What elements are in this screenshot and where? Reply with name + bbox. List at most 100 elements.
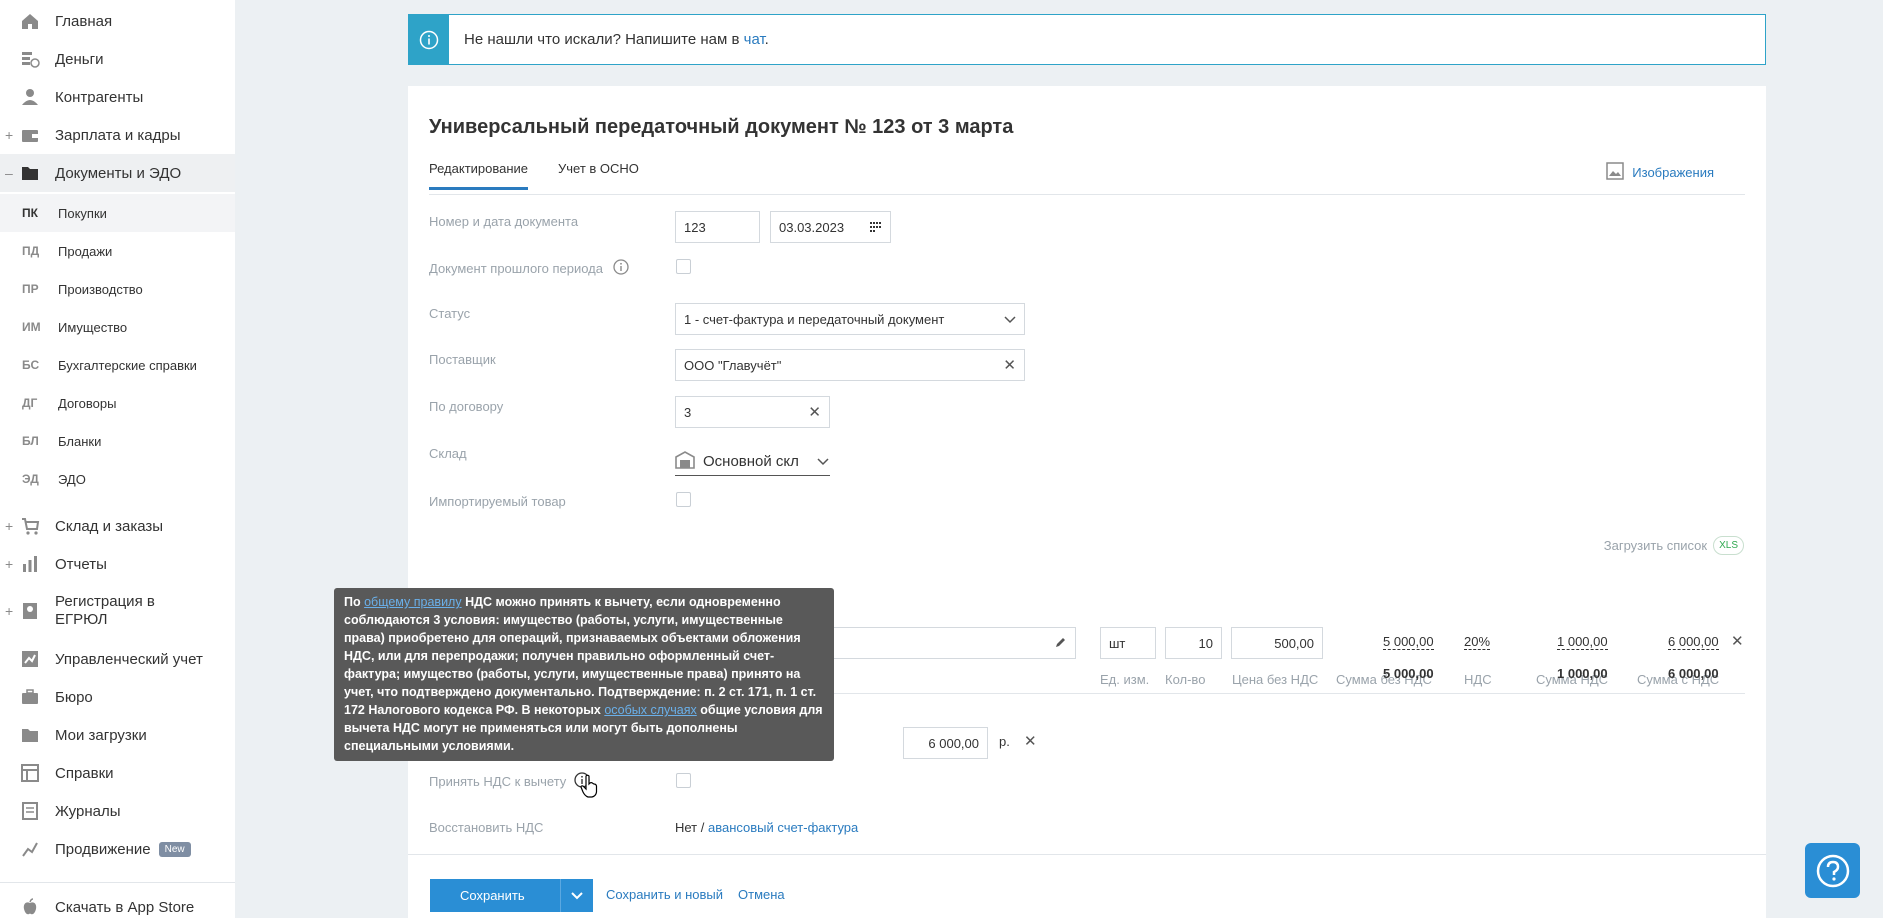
sum-no-vat-text: 5 000,00 bbox=[1383, 634, 1434, 650]
tab-editing[interactable]: Редактирование bbox=[429, 161, 529, 190]
sidebar-subitem-forms[interactable]: БЛ Бланки bbox=[0, 422, 235, 460]
sidebar-item-management[interactable]: Управленческий учет bbox=[0, 640, 235, 678]
chevron-down-icon bbox=[817, 453, 829, 470]
total-sum-no-vat: 5 000,00 bbox=[1383, 666, 1434, 681]
sidebar-item-downloads[interactable]: Мои загрузки bbox=[0, 716, 235, 754]
upload-list-label: Загрузить список bbox=[1603, 538, 1708, 553]
qty-input[interactable]: 10 bbox=[1165, 627, 1222, 659]
management-icon bbox=[20, 649, 40, 669]
vat-deduct-tooltip: По общему правилу НДС можно принять к вы… bbox=[334, 588, 834, 761]
sidebar-item-app-store[interactable]: Скачать в App Store bbox=[0, 888, 235, 918]
general-rule-link[interactable]: общему правилу bbox=[364, 595, 462, 609]
sidebar-item-salary[interactable]: + Зарплата и кадры bbox=[0, 116, 235, 154]
upload-list[interactable]: Загрузить список XLS bbox=[1604, 536, 1744, 555]
vat-sum-value[interactable]: 1 000,00 bbox=[1557, 634, 1608, 650]
info-icon bbox=[409, 15, 449, 64]
vat-rate[interactable]: 20% bbox=[1464, 634, 1491, 650]
images-link[interactable]: Изображения bbox=[1606, 162, 1714, 183]
image-icon bbox=[1606, 162, 1625, 183]
references-icon bbox=[20, 763, 40, 783]
banner-text: Не нашли что искали? Напишите нам в bbox=[464, 31, 744, 48]
sum-with-vat-text: 6 000,00 bbox=[1668, 634, 1719, 650]
sidebar-item-journals[interactable]: Журналы bbox=[0, 792, 235, 830]
item-name-input[interactable] bbox=[828, 627, 1076, 659]
sidebar-subitem-production[interactable]: ПР Производство bbox=[0, 270, 235, 308]
sidebar-subitem-sales[interactable]: ПД Продажи bbox=[0, 232, 235, 270]
cart-icon bbox=[20, 516, 40, 536]
save-and-new-link[interactable]: Сохранить и новый bbox=[606, 887, 723, 902]
images-link-label: Изображения bbox=[1632, 165, 1714, 180]
sidebar-subitem-edo[interactable]: ЭД ЭДО bbox=[0, 460, 235, 498]
info-circle-icon[interactable] bbox=[613, 259, 629, 278]
sidebar-item-contractors[interactable]: Контрагенты bbox=[0, 78, 235, 116]
warehouse-value: Основной скл bbox=[703, 453, 799, 470]
tooltip-text-2: НДС можно принять к вычету, если одновре… bbox=[344, 595, 817, 717]
vat-rate-text: 20% bbox=[1464, 634, 1491, 650]
sidebar-item-references[interactable]: Справки bbox=[0, 754, 235, 792]
currency-label: р. bbox=[999, 734, 1010, 749]
clear-supplier-icon[interactable]: ✕ bbox=[1003, 356, 1016, 374]
cancel-link[interactable]: Отмена bbox=[738, 887, 785, 902]
pencil-icon[interactable] bbox=[1055, 636, 1067, 651]
remove-row-icon[interactable]: ✕ bbox=[1731, 632, 1744, 650]
imported-checkbox[interactable] bbox=[676, 492, 691, 507]
wallet-icon bbox=[20, 125, 40, 145]
doc-number-input[interactable]: 123 bbox=[675, 211, 760, 243]
status-select[interactable]: 1 - счет-фактура и передаточный документ bbox=[675, 303, 1025, 335]
contract-input[interactable]: 3 ✕ bbox=[675, 396, 830, 428]
sidebar-item-warehouse[interactable]: + Склад и заказы bbox=[0, 507, 235, 545]
col-unit: Ед. изм. bbox=[1100, 672, 1150, 687]
contacts-icon bbox=[20, 87, 40, 107]
sidebar-item-home[interactable]: Главная bbox=[0, 2, 235, 40]
sidebar-item-documents[interactable]: – Документы и ЭДО bbox=[0, 154, 235, 192]
advance-invoice-link[interactable]: авансовый счет-фактура bbox=[708, 820, 858, 835]
price-input[interactable]: 500,00 bbox=[1231, 627, 1323, 659]
folder-icon bbox=[20, 163, 40, 183]
sidebar-subitem-accounting-certs[interactable]: БС Бухгалтерские справки bbox=[0, 346, 235, 384]
vat-deduct-checkbox[interactable] bbox=[676, 773, 691, 788]
registration-label-line2: ЕГРЮЛ bbox=[55, 611, 108, 628]
help-button[interactable] bbox=[1805, 843, 1860, 898]
page-title: Универсальный передаточный документ № 12… bbox=[429, 116, 1014, 138]
number-date-label: Номер и дата документа bbox=[429, 214, 579, 229]
total-vat-sum: 1 000,00 bbox=[1557, 666, 1608, 681]
chart-icon bbox=[20, 554, 40, 574]
imported-label: Импортируемый товар bbox=[429, 494, 566, 509]
sidebar-subitem-purchases[interactable]: ПК Покупки bbox=[0, 194, 235, 232]
sidebar-item-reports[interactable]: + Отчеты bbox=[0, 545, 235, 583]
clear-contract-icon[interactable]: ✕ bbox=[808, 403, 821, 421]
supplier-input[interactable]: ООО "Главучёт" ✕ bbox=[675, 349, 1025, 381]
sidebar-item-promotion[interactable]: Продвижение New bbox=[0, 830, 235, 868]
prev-period-checkbox[interactable] bbox=[676, 259, 691, 274]
special-cases-link[interactable]: особых случаях bbox=[604, 703, 696, 717]
supplier-label: Поставщик bbox=[429, 352, 496, 367]
sidebar: Главная Деньги Контрагенты + Зарплата и … bbox=[0, 0, 235, 918]
payment-amount-input[interactable]: 6 000,00 bbox=[903, 727, 988, 759]
warehouse-select[interactable]: Основной скл bbox=[675, 448, 830, 476]
hand-cursor-icon bbox=[580, 774, 598, 801]
tab-osno[interactable]: Учет в ОСНО bbox=[558, 161, 639, 176]
save-dropdown-toggle[interactable] bbox=[560, 879, 593, 912]
clear-payment-icon[interactable]: ✕ bbox=[1024, 732, 1037, 750]
sidebar-item-money[interactable]: Деньги bbox=[0, 40, 235, 78]
unit-input[interactable]: шт bbox=[1100, 627, 1156, 659]
col-price: Цена без НДС bbox=[1232, 672, 1319, 687]
save-button[interactable]: Сохранить bbox=[430, 879, 593, 912]
col-vat: НДС bbox=[1464, 672, 1492, 687]
xls-icon: XLS bbox=[1713, 536, 1744, 555]
sidebar-item-registration[interactable]: + Регистрация в ЕГРЮЛ bbox=[0, 590, 235, 632]
calendar-icon[interactable] bbox=[870, 220, 882, 235]
question-icon bbox=[1816, 854, 1849, 887]
briefcase-icon bbox=[20, 687, 40, 707]
sidebar-subitem-property[interactable]: ИМ Имущество bbox=[0, 308, 235, 346]
promotion-label: Продвижение bbox=[55, 840, 151, 858]
chevron-down-icon bbox=[1004, 312, 1016, 327]
prev-period-label: Документ прошлого периода bbox=[429, 261, 603, 276]
chat-link[interactable]: чат bbox=[744, 31, 765, 48]
status-label: Статус bbox=[429, 306, 471, 321]
sidebar-item-bureau[interactable]: Бюро bbox=[0, 678, 235, 716]
sum-with-vat-value[interactable]: 6 000,00 bbox=[1668, 634, 1719, 650]
status-value: 1 - счет-фактура и передаточный документ bbox=[684, 311, 945, 327]
sidebar-subitem-contracts[interactable]: ДГ Договоры bbox=[0, 384, 235, 422]
doc-date-input[interactable]: 03.03.2023 bbox=[770, 211, 891, 243]
